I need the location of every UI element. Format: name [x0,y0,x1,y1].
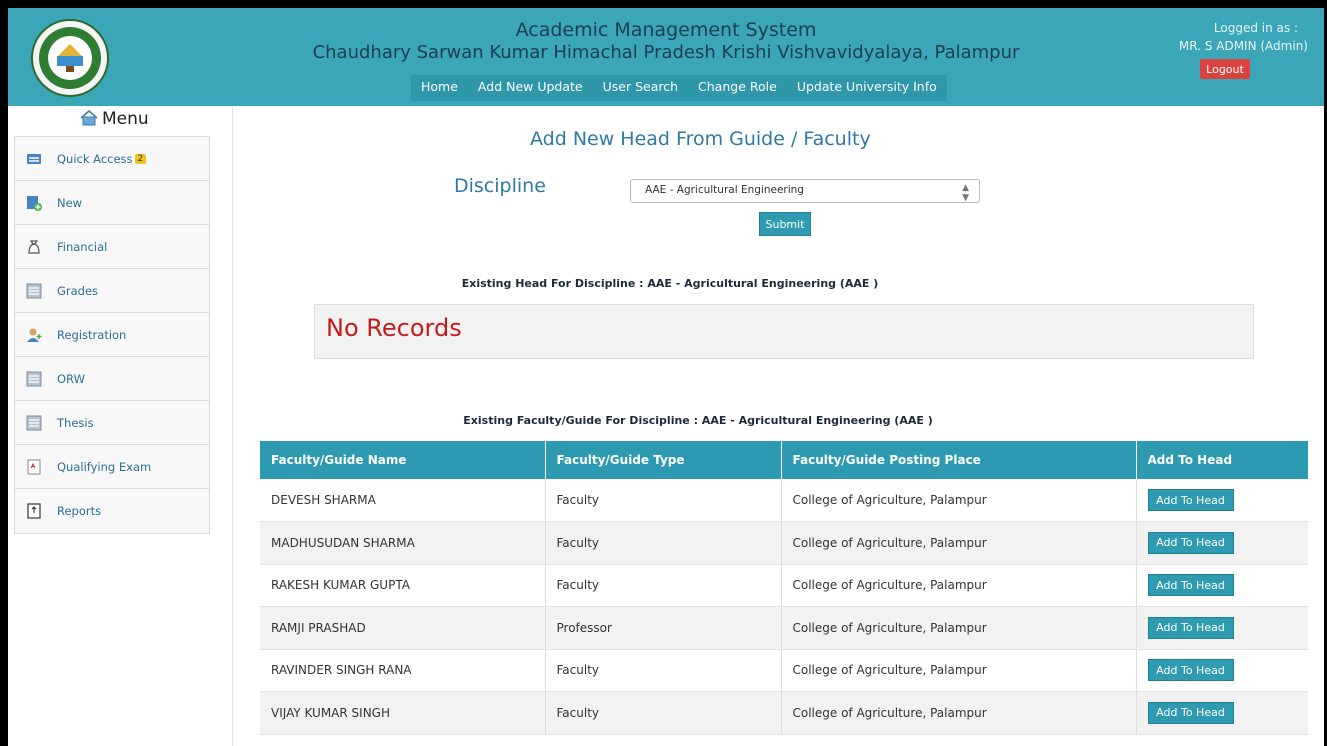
submit-button[interactable]: Submit [759,212,811,236]
sidebar-item-grades[interactable]: Grades [15,269,209,313]
faculty-place: College of Agriculture, Palampur [781,606,1137,650]
add-to-head-button[interactable]: Add To Head [1147,574,1234,597]
app-window: Academic Management System Chaudhary Sar… [8,8,1324,746]
add-to-head-button[interactable]: Add To Head [1147,489,1234,511]
app-title: Academic Management System [515,19,817,41]
sidebar-item-label: ORW [57,371,85,386]
sidebar-item-label: Qualifying Exam [57,459,152,474]
logged-in-label: Logged in as : [1213,21,1298,35]
discipline-label: Discipline [454,175,546,197]
nav-change-role[interactable]: Change Role [688,75,787,101]
faculty-place: College of Agriculture, Palampur [781,691,1137,735]
action-cell: Add To Head [1136,479,1308,522]
faculty-type: Faculty [545,649,782,692]
column-header-place: Faculty/Guide Posting Place [781,441,1137,479]
faculty-place: College of Agriculture, Palampur [781,479,1137,522]
table-row: RAMJI PRASHAD Professor College of Agric… [260,606,1308,650]
discipline-selected-value: AAE - Agricultural Engineering [645,184,804,196]
no-records-text: No Records [326,314,462,342]
nav-update-university-info[interactable]: Update University Info [787,75,947,101]
nav-home[interactable]: Home [411,75,468,101]
column-header-name: Faculty/Guide Name [260,441,546,479]
user-add-icon [27,328,42,342]
sidebar-item-financial[interactable]: Financial [15,225,209,269]
page-title: Add New Head From Guide / Faculty [530,128,871,150]
menu-heading: Menu [80,109,149,129]
existing-head-heading: Existing Head For Discipline : AAE - Agr… [461,277,879,290]
home-icon [80,109,98,126]
grid-icon [26,371,42,386]
dropdown-arrow-icon: ▲ ▼ [962,183,969,203]
faculty-place: College of Agriculture, Palampur [781,649,1137,692]
faculty-place: College of Agriculture, Palampur [781,521,1137,565]
sidebar-item-new[interactable]: New [15,181,209,225]
sidebar-item-label: New [57,195,83,210]
action-cell: Add To Head [1136,691,1308,735]
add-to-head-button[interactable]: Add To Head [1147,616,1234,639]
sidebar-item-orw[interactable]: ORW [15,357,209,401]
nav-user-search[interactable]: User Search [593,75,688,101]
sidebar-item-reports[interactable]: Reports [15,489,209,533]
column-header-action: Add To Head [1136,441,1308,479]
logout-button[interactable]: Logout [1200,59,1250,79]
existing-faculty-heading: Existing Faculty/Guide For Discipline : … [463,414,933,427]
new-document-icon [27,195,42,211]
faculty-type: Faculty [545,691,782,735]
faculty-table: Faculty/Guide Name Faculty/Guide Type Fa… [260,441,1308,735]
header-bar: Academic Management System Chaudhary Sar… [8,8,1324,106]
table-header-row: Faculty/Guide Name Faculty/Guide Type Fa… [260,441,1308,479]
table-row: VIJAY KUMAR SINGH Faculty College of Agr… [260,691,1308,735]
quick-access-count-badge: 2 [134,153,147,164]
university-name: Chaudhary Sarwan Kumar Himachal Pradesh … [312,42,1020,63]
exam-icon [27,459,41,474]
faculty-type: Faculty [545,479,782,522]
faculty-name: VIJAY KUMAR SINGH [260,691,546,735]
add-to-head-button[interactable]: Add To Head [1147,531,1234,554]
report-icon [27,503,41,519]
discipline-select[interactable]: AAE - Agricultural Engineering ▲ ▼ [630,179,980,203]
table-row: RAVINDER SINGH RANA Faculty College of A… [260,649,1308,692]
faculty-name: DEVESH SHARMA [260,479,546,522]
add-to-head-button[interactable]: Add To Head [1147,701,1234,724]
sidebar-item-registration[interactable]: Registration [15,313,209,357]
faculty-type: Professor [545,606,782,650]
faculty-name: RAKESH KUMAR GUPTA [260,564,546,607]
menu-title: Menu [102,109,149,129]
sidebar-menu: Quick Access 2 New Financial Grades Regi… [14,136,210,534]
money-bag-icon [28,239,40,254]
faculty-name: RAVINDER SINGH RANA [260,649,546,692]
top-nav: Home Add New Update User Search Change R… [411,75,947,101]
faculty-name: MADHUSUDAN SHARMA [260,521,546,565]
sidebar-item-label: Reports [57,504,102,518]
column-header-type: Faculty/Guide Type [545,441,782,479]
faculty-place: College of Agriculture, Palampur [781,564,1137,607]
sidebar-item-quick-access[interactable]: Quick Access 2 [15,137,209,181]
action-cell: Add To Head [1136,606,1308,650]
sidebar-item-label: Registration [57,327,127,342]
table-row: MADHUSUDAN SHARMA Faculty College of Agr… [260,521,1308,565]
logged-in-user: MR. S ADMIN (Admin) [1178,39,1308,53]
action-cell: Add To Head [1136,649,1308,692]
nav-add-new-update[interactable]: Add New Update [468,75,593,101]
add-to-head-button[interactable]: Add To Head [1147,659,1234,682]
sidebar-item-qualifying-exam[interactable]: Qualifying Exam [15,445,209,489]
keyboard-icon [27,153,41,164]
table-row: RAKESH KUMAR GUPTA Faculty College of Ag… [260,564,1308,607]
faculty-name: RAMJI PRASHAD [260,606,546,650]
table-row: DEVESH SHARMA Faculty College of Agricul… [260,479,1308,522]
action-cell: Add To Head [1136,521,1308,565]
no-records-panel: No Records [314,304,1254,359]
faculty-type: Faculty [545,521,782,565]
sidebar-item-label: Financial [57,239,108,254]
sidebar-item-label: Quick Access [57,151,133,166]
action-cell: Add To Head [1136,564,1308,607]
faculty-type: Faculty [545,564,782,607]
